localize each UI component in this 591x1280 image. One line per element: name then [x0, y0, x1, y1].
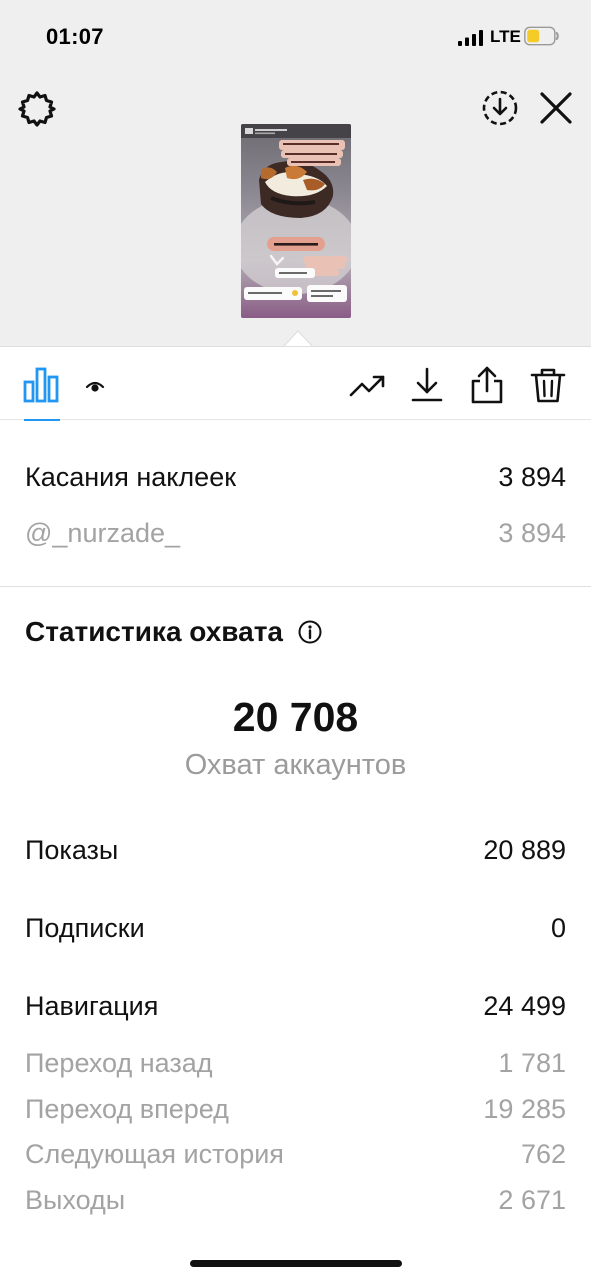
insights-toolbar: [0, 346, 591, 421]
download-circle-icon[interactable]: [480, 88, 520, 128]
trash-icon[interactable]: [528, 365, 568, 405]
navigation-label: Переход вперед: [25, 1094, 229, 1124]
sticker-taps-value: 3 894: [498, 462, 566, 492]
accounts-reached-number: 20 708: [232, 694, 359, 740]
share-icon[interactable]: [467, 365, 507, 405]
sticker-mention-row[interactable]: @_nurzade_ 3 894: [25, 518, 566, 549]
story-preview-area: 01:07 LTE: [0, 0, 591, 347]
bar-chart-icon[interactable]: [22, 365, 62, 405]
status-bar: 01:07 LTE: [0, 0, 591, 76]
download-icon[interactable]: [407, 365, 447, 405]
story-thumbnail[interactable]: [241, 124, 351, 318]
signal-icon: [458, 30, 483, 46]
section-divider: [0, 586, 591, 587]
sticker-mention-label: @_nurzade_: [25, 518, 181, 548]
home-indicator: [190, 1260, 402, 1267]
metric-row-impressions: Показы 20 889: [25, 835, 566, 866]
navigation-row-exits: Выходы 2 671: [25, 1185, 566, 1216]
navigation-label: Следующая история: [25, 1139, 284, 1169]
navigation-label: Переход назад: [25, 1048, 213, 1078]
navigation-value: 2 671: [498, 1185, 566, 1215]
navigation-row-back: Переход назад 1 781: [25, 1048, 566, 1079]
selected-story-pointer: [283, 330, 313, 347]
navigation-value: 19 285: [483, 1094, 566, 1124]
trending-up-icon[interactable]: [348, 365, 388, 405]
metric-label: Показы: [25, 835, 119, 865]
navigation-value: 762: [520, 1139, 566, 1169]
close-icon[interactable]: [536, 88, 576, 128]
metric-label: Подписки: [25, 913, 145, 943]
navigation-label: Выходы: [25, 1185, 126, 1215]
info-icon[interactable]: [297, 619, 323, 645]
metric-row-follows: Подписки 0: [25, 913, 566, 944]
accounts-reached-label: Охват аккаунтов: [184, 749, 407, 781]
sticker-mention-value: 3 894: [498, 518, 566, 548]
sticker-taps-row: Касания наклеек 3 894: [25, 462, 566, 493]
sticker-taps-label: Касания наклеек: [25, 462, 237, 492]
metric-value: 20 889: [483, 835, 566, 865]
metric-row-navigation: Навигация 24 499: [25, 991, 566, 1022]
metric-value: 0: [550, 913, 566, 943]
navigation-row-next-story: Следующая история 762: [25, 1139, 566, 1170]
metric-label: Навигация: [25, 991, 159, 1021]
network-type: LTE: [490, 27, 521, 46]
navigation-row-forward: Переход вперед 19 285: [25, 1094, 566, 1125]
gear-icon[interactable]: [18, 90, 56, 128]
reach-title-text: Статистика охвата: [25, 616, 283, 647]
battery-icon: [524, 26, 559, 46]
status-time: 01:07: [46, 24, 104, 49]
active-tab-indicator: [24, 419, 60, 421]
navigation-value: 1 781: [498, 1048, 566, 1078]
eye-icon[interactable]: [84, 375, 106, 397]
metric-value: 24 499: [483, 991, 566, 1021]
reach-section-title: Статистика охвата: [25, 616, 323, 648]
